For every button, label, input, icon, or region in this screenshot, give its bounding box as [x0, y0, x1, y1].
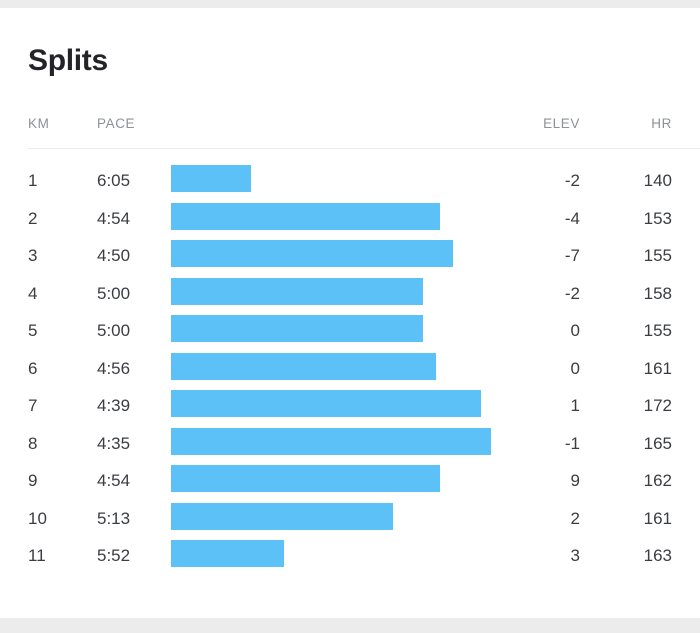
- pace-bar: [171, 352, 436, 380]
- table-row[interactable]: 11 5:52 3 163: [0, 531, 700, 569]
- cell-hr: 140: [643, 171, 672, 190]
- table-row[interactable]: 3 4:50 -7 155: [0, 231, 700, 269]
- cell-hr: 163: [643, 546, 672, 565]
- pace-bar: [171, 390, 481, 417]
- splits-table-body: 1 6:05 -2 140 2 4:54 -4 153 3 4:50 -7 155 4 5:00 -2 158…: [0, 156, 700, 569]
- pace-bar: [171, 277, 423, 305]
- cell-km: 4: [28, 283, 38, 303]
- table-header-row: KM PACE ELEV HR: [0, 116, 700, 148]
- column-header-hr: HR: [651, 116, 672, 131]
- table-row[interactable]: 2 4:54 -4 153: [0, 194, 700, 232]
- cell-pace: 5:00: [97, 321, 131, 340]
- cell-pace: 4:54: [97, 208, 131, 228]
- pace-bar: [171, 315, 423, 342]
- cell-hr: 155: [643, 246, 672, 265]
- cell-km: 9: [28, 471, 38, 490]
- page-title: Splits: [28, 44, 108, 77]
- cell-km: 6: [28, 358, 38, 378]
- pace-bar: [171, 240, 453, 267]
- table-row[interactable]: 8 4:35 -1 165: [0, 419, 700, 457]
- cell-pace: 4:39: [97, 396, 131, 415]
- table-row[interactable]: 6 4:56 0 161: [0, 344, 700, 382]
- cell-hr: 161: [643, 508, 672, 528]
- table-row[interactable]: 10 5:13 2 161: [0, 494, 700, 532]
- cell-pace: 6:05: [97, 171, 131, 190]
- column-header-km: KM: [28, 116, 50, 131]
- pace-bar: [171, 540, 284, 567]
- table-row[interactable]: 9 4:54 9 162: [0, 456, 700, 494]
- cell-pace: 4:50: [97, 246, 131, 265]
- pace-bar: [171, 165, 251, 192]
- cell-pace: 5:13: [97, 508, 131, 528]
- cell-km: 3: [28, 246, 38, 265]
- column-header-pace: PACE: [97, 116, 136, 131]
- splits-card: Splits KM PACE ELEV HR 1 6:05 -2 140 2 4:54 -4…: [0, 8, 700, 618]
- cell-pace: 4:35: [97, 433, 131, 453]
- cell-km: 7: [28, 396, 38, 415]
- pace-bar: [171, 202, 440, 230]
- cell-hr: 153: [643, 208, 672, 228]
- cell-hr: 161: [643, 358, 672, 378]
- header-divider: [28, 148, 700, 149]
- cell-pace: 4:54: [97, 471, 131, 490]
- cell-hr: 155: [643, 321, 672, 340]
- cell-hr: 158: [643, 283, 672, 303]
- cell-hr: 165: [643, 433, 672, 453]
- cell-pace: 5:52: [97, 546, 131, 565]
- table-row[interactable]: 4 5:00 -2 158: [0, 269, 700, 307]
- cell-km: 11: [28, 546, 46, 565]
- table-row[interactable]: 5 5:00 0 155: [0, 306, 700, 344]
- pace-bar: [171, 502, 393, 530]
- table-row[interactable]: 1 6:05 -2 140: [0, 156, 700, 194]
- pace-bar: [171, 465, 440, 492]
- cell-km: 10: [28, 508, 47, 528]
- cell-hr: 172: [643, 396, 672, 415]
- cell-pace: 4:56: [97, 358, 131, 378]
- cell-hr: 162: [643, 471, 672, 490]
- cell-km: 5: [28, 321, 38, 340]
- cell-km: 1: [28, 171, 38, 190]
- cell-pace: 5:00: [97, 283, 131, 303]
- cell-km: 8: [28, 433, 38, 453]
- cell-km: 2: [28, 208, 38, 228]
- table-row[interactable]: 7 4:39 1 172: [0, 381, 700, 419]
